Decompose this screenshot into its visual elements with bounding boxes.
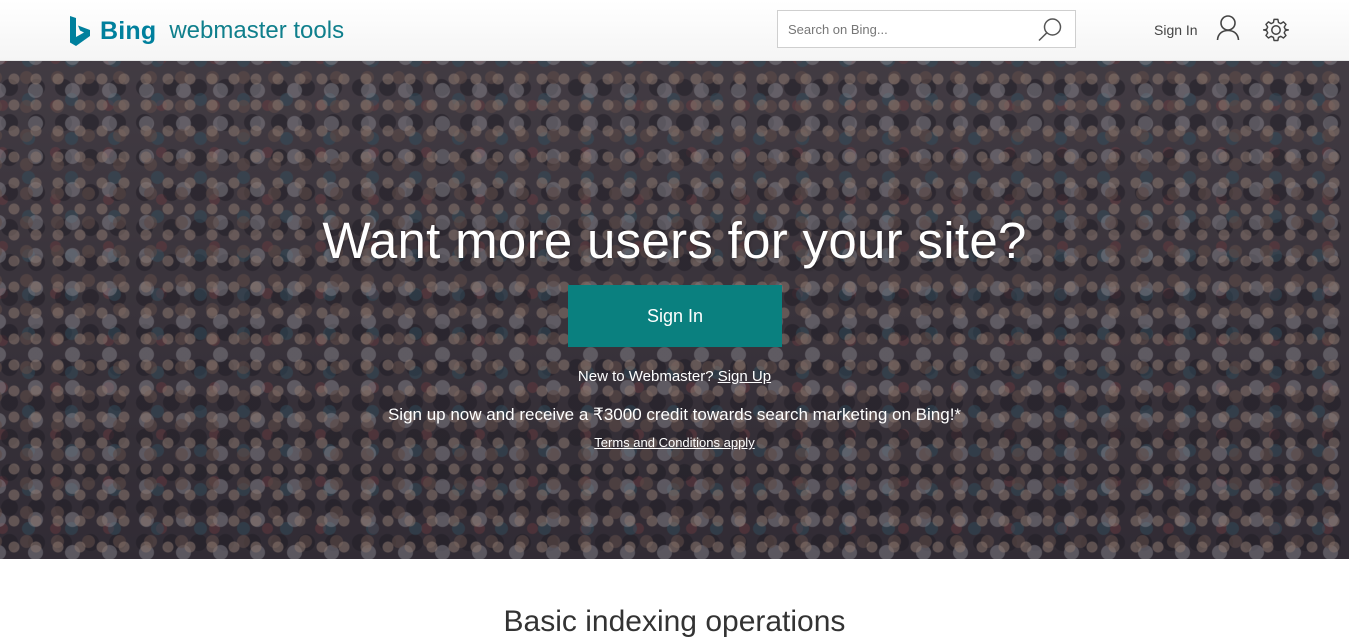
- section-heading: Basic indexing operations: [503, 605, 846, 638]
- hero-title: Want more users for your site?: [322, 212, 1027, 269]
- search-icon[interactable]: [1037, 17, 1063, 43]
- sign-in-button[interactable]: Sign In: [568, 285, 782, 347]
- hero-banner: Want more users for your site? Sign In N…: [0, 61, 1349, 559]
- new-user-text: New to Webmaster?: [577, 368, 714, 385]
- user-icon[interactable]: [1216, 15, 1240, 41]
- new-user-prompt: New to Webmaster? Sign Up: [0, 368, 1349, 385]
- top-header: Bing webmaster tools Sign In: [0, 0, 1349, 61]
- search-input[interactable]: [778, 11, 1028, 47]
- gear-icon[interactable]: [1263, 17, 1289, 43]
- header-sign-in-link[interactable]: Sign In: [1154, 22, 1198, 38]
- sign-up-link[interactable]: Sign Up: [718, 368, 771, 385]
- search-box: [777, 10, 1076, 48]
- terms-line: Terms and Conditions apply: [0, 435, 1349, 450]
- product-name: webmaster tools: [169, 17, 345, 44]
- credit-offer-text: Sign up now and receive a ₹3000 credit t…: [387, 405, 962, 424]
- hero-content: Want more users for your site? Sign In N…: [0, 61, 1349, 559]
- brand-logo[interactable]: Bing webmaster tools: [69, 14, 344, 48]
- terms-link[interactable]: Terms and Conditions apply: [594, 435, 754, 450]
- brand-name: Bing: [100, 16, 157, 45]
- bing-logo-icon: [70, 16, 90, 46]
